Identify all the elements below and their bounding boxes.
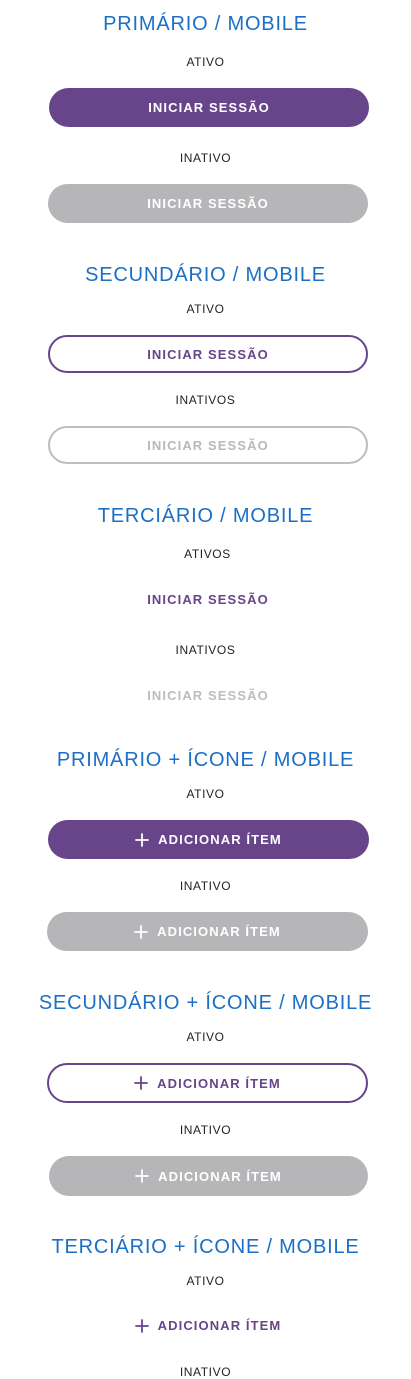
button-label: INICIAR SESSÃO [147,688,269,703]
button-label: INICIAR SESSÃO [147,196,269,211]
plus-icon [134,1318,149,1333]
primary-button-active[interactable]: INICIAR SESSÃO [49,88,369,127]
button-label: ADICIONAR ÍTEM [158,1168,282,1184]
state-label-inactive: INATIVO [179,879,232,893]
section-title-terciario-icone: TERCIÁRIO + ÍCONE / MOBILE [51,1236,360,1258]
section-title-terciario: TERCIÁRIO / MOBILE [97,505,314,527]
primary-icon-button-inactive: ADICIONAR ÍTEM [47,912,368,951]
state-label-active: ATIVO [186,787,225,801]
button-label: ADICIONAR ÍTEM [158,832,282,847]
state-label-inactive: INATIVOS [175,393,236,407]
button-label: ADICIONAR ÍTEM [157,1075,281,1091]
section-title-primario: PRIMÁRIO / MOBILE [103,13,308,35]
tertiary-button-active[interactable]: INICIAR SESSÃO [48,580,368,619]
secondary-icon-button-active[interactable]: ADICIONAR ÍTEM [47,1063,368,1103]
state-label-active: ATIVO [186,1274,225,1288]
plus-icon [135,832,150,847]
button-label: ADICIONAR ÍTEM [157,924,281,939]
state-label-inactive: INATIVOS [175,643,236,657]
secondary-icon-button-inactive: ADICIONAR ÍTEM [49,1156,368,1196]
state-label-active: ATIVOS [184,547,231,561]
section-title-primario-icone: PRIMÁRIO + ÍCONE / MOBILE [56,749,355,771]
button-label: ADICIONAR ÍTEM [157,1318,282,1333]
section-title-secundario: SECUNDÁRIO / MOBILE [85,264,326,286]
primary-button-inactive: INICIAR SESSÃO [48,184,368,223]
button-label: INICIAR SESSÃO [147,437,269,453]
primary-icon-button-active[interactable]: ADICIONAR ÍTEM [48,820,369,859]
button-label: INICIAR SESSÃO [147,346,269,362]
state-label-inactive: INATIVO [179,1123,232,1137]
secondary-button-active[interactable]: INICIAR SESSÃO [48,335,368,373]
plus-icon [134,1076,149,1090]
secondary-button-inactive: INICIAR SESSÃO [48,426,368,464]
tertiary-icon-button-active[interactable]: ADICIONAR ÍTEM [48,1306,368,1345]
state-label-active: ATIVO [186,302,225,316]
section-title-secundario-icone: SECUNDÁRIO + ÍCONE / MOBILE [38,992,373,1014]
tertiary-button-inactive: INICIAR SESSÃO [48,676,368,715]
plus-icon [135,1169,150,1183]
state-label-inactive: INATIVO [179,1365,232,1379]
state-label-active: ATIVO [186,1030,225,1044]
state-label-active: ATIVO [186,55,225,69]
plus-icon [134,924,149,939]
state-label-inactive: INATIVO [179,151,232,165]
button-label: INICIAR SESSÃO [147,592,269,607]
button-label: INICIAR SESSÃO [148,100,270,115]
